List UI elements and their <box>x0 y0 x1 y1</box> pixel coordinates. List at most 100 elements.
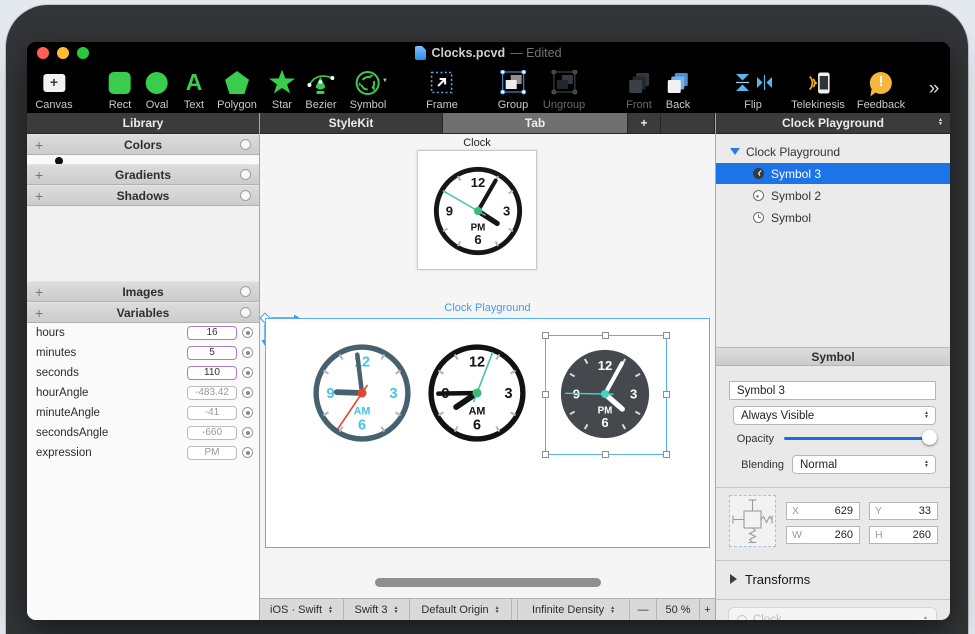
bezier-button[interactable]: Bezier <box>305 65 336 111</box>
variable-target-icon[interactable] <box>242 387 253 398</box>
add-shadow-button[interactable]: + <box>35 189 43 203</box>
symbol-name-input[interactable]: Symbol 3 <box>729 381 936 400</box>
add-tab-button[interactable]: + <box>628 113 661 134</box>
artboard-clock[interactable]: 12369PM <box>429 162 527 260</box>
inspector-header-stepper-icon[interactable] <box>938 118 943 126</box>
add-image-button[interactable]: + <box>35 285 43 299</box>
selection-handle[interactable] <box>542 332 549 339</box>
clock-mini-icon <box>752 189 765 202</box>
tree-item-symbol2[interactable]: Symbol 2 <box>716 185 950 206</box>
disclosure-triangle-icon[interactable] <box>730 148 740 155</box>
tree-item-symbol3[interactable]: Symbol 3 <box>716 163 950 184</box>
rect-button[interactable]: Rect <box>109 65 132 111</box>
add-gradient-button[interactable]: + <box>35 168 43 182</box>
star-icon <box>269 70 296 96</box>
tree-item-symbol[interactable]: Symbol <box>716 207 950 228</box>
back-button[interactable]: Back <box>666 65 690 111</box>
zoom-out-button[interactable]: — <box>630 599 657 620</box>
horizontal-scrollbar[interactable] <box>375 578 601 587</box>
symbol2-clock[interactable]: 12369AM <box>423 339 531 447</box>
variable-value-field[interactable]: 5 <box>187 346 237 360</box>
selection-handle[interactable] <box>663 332 670 339</box>
opacity-slider-knob[interactable] <box>922 430 937 445</box>
images-section-row[interactable]: + Images <box>27 281 259 302</box>
images-toggle-icon[interactable] <box>240 286 251 297</box>
platform-select[interactable]: iOS · Swift <box>260 599 344 620</box>
language-select[interactable]: Swift 3 <box>344 599 410 620</box>
oval-button[interactable]: Oval <box>146 65 169 111</box>
selection-handle[interactable] <box>663 451 670 458</box>
variable-row-minutes[interactable]: minutes 5 <box>27 343 259 363</box>
frame-button[interactable]: Frame <box>426 65 458 111</box>
canvas-area[interactable]: Clock 12369PM Clock Playground 12369AM 1… <box>260 134 715 598</box>
symbol-clock[interactable]: 12369AM <box>308 339 416 447</box>
variable-target-icon[interactable] <box>242 327 253 338</box>
selection-handle[interactable] <box>602 332 609 339</box>
variable-row-hourangle[interactable]: hourAngle -483.42 <box>27 383 259 403</box>
polygon-button[interactable]: Polygon <box>217 65 257 111</box>
front-button[interactable]: Front <box>626 65 652 111</box>
zoom-in-button[interactable]: + <box>700 599 715 620</box>
gradients-section-row[interactable]: + Gradients <box>27 164 259 185</box>
colors-section-row[interactable]: + Colors <box>27 134 259 155</box>
tree-item-label: Symbol <box>771 211 811 225</box>
telekinesis-button[interactable]: Telekinesis <box>791 65 845 111</box>
svg-text:6: 6 <box>473 417 481 433</box>
variable-target-icon[interactable] <box>242 427 253 438</box>
shadows-toggle-icon[interactable] <box>240 190 251 201</box>
clock-artboard[interactable]: 12369PM <box>417 150 537 270</box>
x-field[interactable]: X 629 <box>786 502 860 520</box>
variables-section-row[interactable]: + Variables <box>27 302 259 323</box>
zoom-level[interactable]: 50 % <box>657 599 700 620</box>
star-button[interactable]: Star <box>269 65 296 111</box>
colors-toggle-icon[interactable] <box>240 139 251 150</box>
y-field[interactable]: Y 33 <box>869 502 938 520</box>
gradients-toggle-icon[interactable] <box>240 169 251 180</box>
selection-handle[interactable] <box>542 451 549 458</box>
opacity-slider-track[interactable] <box>784 437 928 440</box>
variable-row-hours[interactable]: hours 16 <box>27 323 259 343</box>
selection-handle[interactable] <box>542 391 549 398</box>
variables-toggle-icon[interactable] <box>240 307 251 318</box>
transforms-disclosure[interactable]: Transforms <box>716 566 950 592</box>
inspector-header[interactable]: Clock Playground <box>716 113 950 134</box>
variable-value-field[interactable]: 16 <box>187 326 237 340</box>
shadows-section-row[interactable]: + Shadows <box>27 185 259 206</box>
origin-select[interactable]: Default Origin <box>410 599 512 620</box>
width-field[interactable]: W 260 <box>786 526 860 544</box>
origin-value: Default Origin <box>421 604 488 616</box>
height-field[interactable]: H 260 <box>869 526 938 544</box>
selection-handle[interactable] <box>663 391 670 398</box>
group-button[interactable]: Group <box>498 65 529 111</box>
variable-row-minuteangle[interactable]: minuteAngle -41 <box>27 403 259 423</box>
variable-target-icon[interactable] <box>242 447 253 458</box>
variable-row-expression[interactable]: expression PM <box>27 443 259 463</box>
feedback-button[interactable]: Feedback <box>857 65 905 111</box>
variable-target-icon[interactable] <box>242 407 253 418</box>
resizing-springs-widget[interactable] <box>729 495 776 547</box>
add-variable-button[interactable]: + <box>35 306 43 320</box>
blending-dropdown[interactable]: Normal <box>792 455 936 474</box>
canvas-button[interactable]: Canvas <box>35 65 72 111</box>
flip-button[interactable]: Flip <box>734 65 772 111</box>
variable-target-icon[interactable] <box>242 347 253 358</box>
variable-value-field[interactable]: 110 <box>187 366 237 380</box>
variable-target-icon[interactable] <box>242 367 253 378</box>
variable-row-secondsangle[interactable]: secondsAngle -660 <box>27 423 259 443</box>
black-color-swatch[interactable] <box>55 157 63 164</box>
tree-root-row[interactable]: Clock Playground <box>716 141 950 162</box>
playground-label[interactable]: Clock Playground <box>260 302 715 314</box>
symbol-button[interactable]: ▼ Symbol <box>350 65 387 111</box>
tab-stylekit[interactable]: StyleKit <box>260 113 443 134</box>
variable-row-seconds[interactable]: seconds 110 <box>27 363 259 383</box>
toolbar-overflow-button[interactable]: » <box>929 65 938 111</box>
density-select[interactable]: Infinite Density <box>518 599 630 620</box>
tab-active[interactable]: Tab <box>443 113 628 134</box>
symbol-source-dropdown-partial[interactable]: Clock <box>728 607 937 620</box>
visibility-dropdown[interactable]: Always Visible <box>733 406 936 425</box>
add-color-button[interactable]: + <box>35 138 43 152</box>
selection-handle[interactable] <box>602 451 609 458</box>
ungroup-button[interactable]: Ungroup <box>543 65 585 111</box>
text-button[interactable]: A Text <box>184 65 204 111</box>
symbol-source-label: Clock <box>753 614 917 620</box>
